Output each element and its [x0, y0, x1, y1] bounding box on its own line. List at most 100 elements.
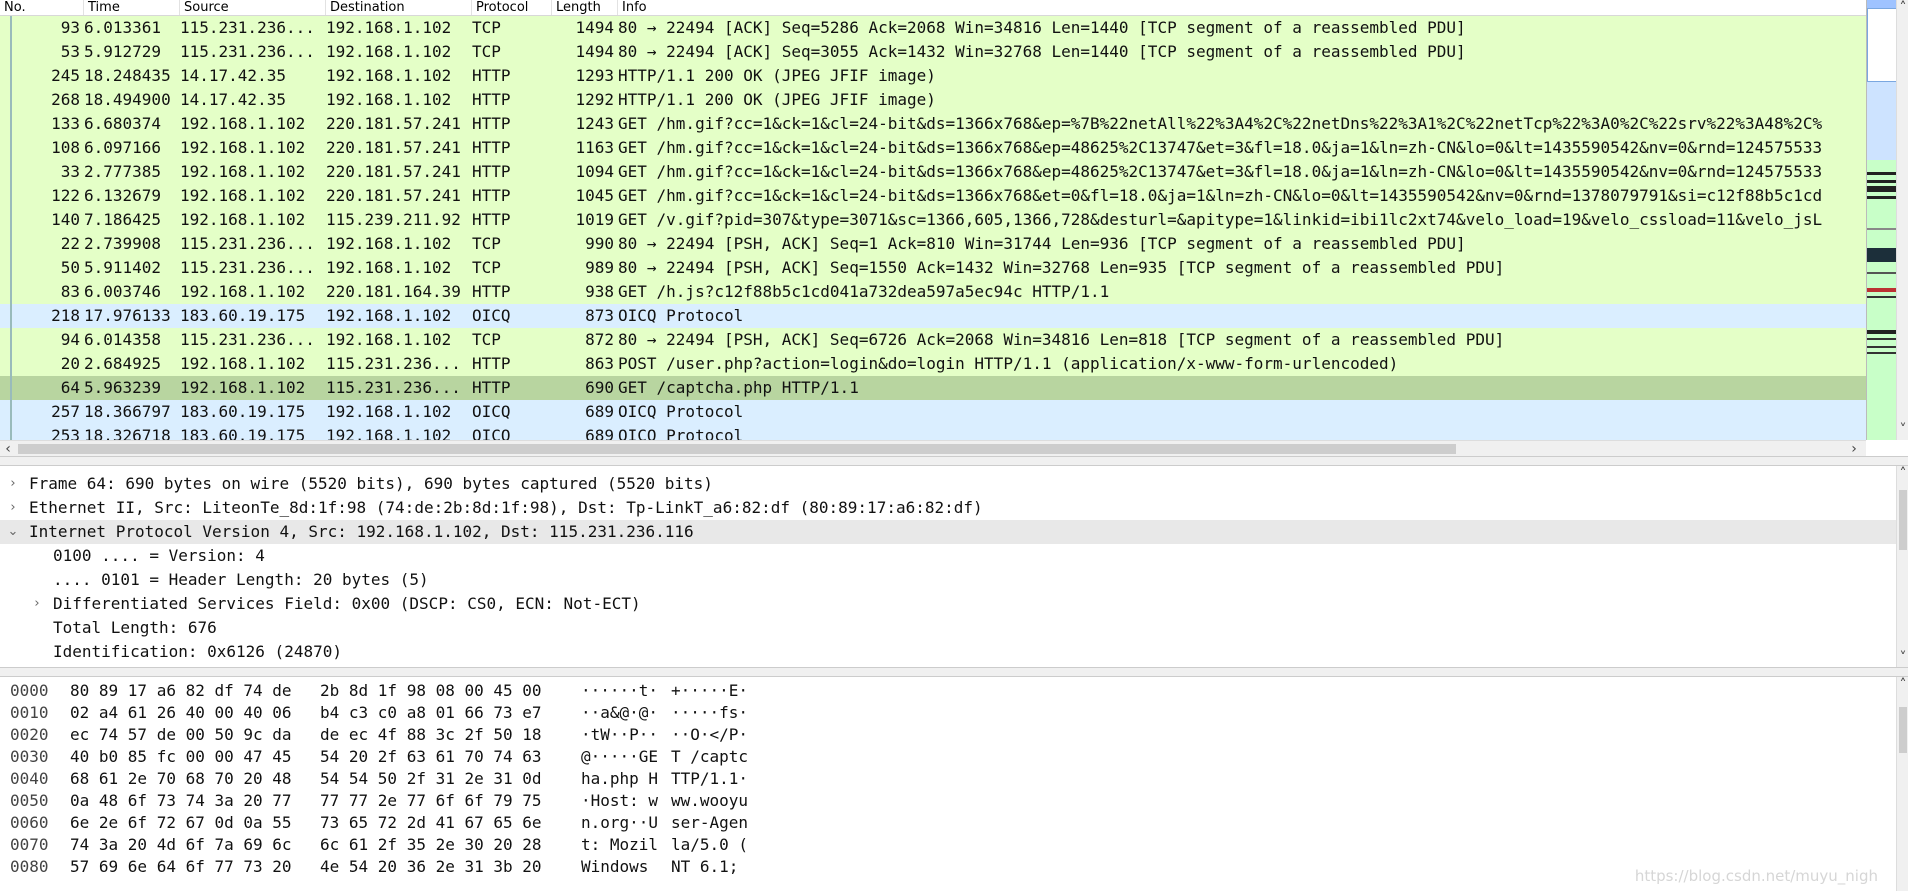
- bytes-row[interactable]: 0030 40 b0 85 fc 00 00 47 45 54 20 2f 63 6…: [0, 746, 900, 768]
- packet-length: 1243: [575, 114, 614, 133]
- packet-number: 133: [51, 114, 80, 133]
- horizontal-scroll-thumb[interactable]: [18, 444, 1456, 454]
- scroll-down-icon[interactable]: ˅: [1895, 422, 1908, 438]
- packet-protocol: TCP: [472, 42, 501, 61]
- detail-tree-item[interactable]: › Ethernet II, Src: LiteonTe_8d:1f:98 (74…: [0, 496, 1896, 520]
- packet-row[interactable]: 245 18.248435 14.17.42.35 192.168.1.102 HTTP…: [0, 64, 1866, 88]
- packet-row[interactable]: 64 5.963239 192.168.1.102 115.231.236... HTT…: [0, 376, 1866, 400]
- bytes-row[interactable]: 0050 0a 48 6f 73 74 3a 20 77 77 77 2e 77 6…: [0, 790, 900, 812]
- packet-row[interactable]: 257 18.366797 183.60.19.175 192.168.1.102 OI…: [0, 400, 1866, 424]
- packet-length: 689: [585, 426, 614, 440]
- details-vertical-scrollbar[interactable]: ˄ ˅: [1896, 466, 1908, 667]
- packet-row[interactable]: 218 17.976133 183.60.19.175 192.168.1.102 OI…: [0, 304, 1866, 328]
- details-scroll-thumb[interactable]: [1899, 490, 1907, 550]
- byte-offset: 0000: [10, 681, 49, 700]
- packet-rows: 93 6.013361 115.231.236... 192.168.1.102 TCP…: [0, 16, 1866, 440]
- scroll-left-icon[interactable]: ‹: [0, 441, 16, 457]
- hex-bytes: 0a 48 6f 73 74 3a 20 77: [70, 791, 292, 810]
- bytes-row[interactable]: 0070 74 3a 20 4d 6f 7a 69 6c 6c 61 2f 35 2…: [0, 834, 900, 856]
- bytes-row[interactable]: 0010 02 a4 61 26 40 00 40 06 b4 c3 c0 a8 0…: [0, 702, 900, 724]
- detail-text: Identification: 0x6126 (24870): [53, 642, 342, 661]
- packet-row[interactable]: 22 2.739908 115.231.236... 192.168.1.102 TCP…: [0, 232, 1866, 256]
- packet-row[interactable]: 133 6.680374 192.168.1.102 220.181.57.241 HT…: [0, 112, 1866, 136]
- column-header-time[interactable]: Time: [84, 0, 180, 15]
- packet-minimap-scrollbar[interactable]: [1866, 0, 1897, 440]
- column-header-protocol[interactable]: Protocol: [472, 0, 552, 15]
- scroll-up-icon[interactable]: ˄: [1895, 0, 1908, 16]
- packet-source: 192.168.1.102: [180, 162, 306, 181]
- packet-details-pane[interactable]: › Frame 64: 690 bytes on wire (5520 bits)…: [0, 466, 1908, 667]
- packet-row[interactable]: 108 6.097166 192.168.1.102 220.181.57.241 HT…: [0, 136, 1866, 160]
- packet-row[interactable]: 140 7.186425 192.168.1.102 115.239.211.92 HT…: [0, 208, 1866, 232]
- expand-icon[interactable]: ›: [6, 496, 20, 520]
- packet-row[interactable]: 253 18.326718 183.60.19.175 192.168.1.102 OI…: [0, 424, 1866, 440]
- packet-protocol: HTTP: [472, 138, 511, 157]
- packet-destination: 192.168.1.102: [326, 42, 452, 61]
- pane-splitter[interactable]: [0, 667, 1908, 677]
- packet-row[interactable]: 20 2.684925 192.168.1.102 115.231.236... HTT…: [0, 352, 1866, 376]
- expand-icon[interactable]: ›: [30, 592, 44, 616]
- column-header-no[interactable]: No.: [0, 0, 84, 15]
- scroll-right-icon[interactable]: ›: [1846, 441, 1862, 457]
- packet-row[interactable]: 33 2.777385 192.168.1.102 220.181.57.241 HTT…: [0, 160, 1866, 184]
- packet-row[interactable]: 122 6.132679 192.168.1.102 220.181.57.241 HT…: [0, 184, 1866, 208]
- detail-tree-item[interactable]: .... 0101 = Header Length: 20 bytes (5): [0, 568, 1896, 592]
- packet-list-horizontal-scrollbar[interactable]: ‹ ›: [0, 440, 1866, 457]
- packet-row[interactable]: 50 5.911402 115.231.236... 192.168.1.102 TCP…: [0, 256, 1866, 280]
- ascii-bytes: ha.php H: [581, 769, 659, 788]
- hex-bytes: de ec 4f 88 3c 2f 50 18: [320, 725, 542, 744]
- bytes-row[interactable]: 0000 80 89 17 a6 82 df 74 de 2b 8d 1f 98 0…: [0, 680, 900, 702]
- ascii-bytes: ww.wooyu: [671, 791, 749, 810]
- detail-tree-item[interactable]: 0100 .... = Version: 4: [0, 544, 1896, 568]
- bytes-row[interactable]: 0040 68 61 2e 70 68 70 20 48 54 54 50 2f 3…: [0, 768, 900, 790]
- packet-row[interactable]: 94 6.014358 115.231.236... 192.168.1.102 TCP…: [0, 328, 1866, 352]
- column-header-info[interactable]: Info: [618, 0, 1866, 15]
- packet-protocol: HTTP: [472, 210, 511, 229]
- packet-destination: 192.168.1.102: [326, 66, 452, 85]
- packet-row[interactable]: 93 6.013361 115.231.236... 192.168.1.102 TCP…: [0, 16, 1866, 40]
- column-header-source[interactable]: Source: [180, 0, 326, 15]
- pane-splitter[interactable]: [0, 456, 1908, 466]
- packet-row[interactable]: 83 6.003746 192.168.1.102 220.181.164.39 HTT…: [0, 280, 1866, 304]
- collapse-icon[interactable]: ⌄: [6, 520, 20, 544]
- expand-icon[interactable]: ›: [6, 472, 20, 496]
- ascii-bytes: ··a&@·@·: [581, 703, 659, 722]
- packet-protocol: HTTP: [472, 282, 511, 301]
- packet-protocol: OICQ: [472, 402, 511, 421]
- bytes-row[interactable]: 0060 6e 2e 6f 72 67 0d 0a 55 73 65 72 2d 4…: [0, 812, 900, 834]
- packet-source: 192.168.1.102: [180, 282, 306, 301]
- scroll-up-icon[interactable]: ˄: [1895, 466, 1908, 482]
- bytes-scroll-thumb[interactable]: [1899, 707, 1907, 753]
- byte-offset: 0030: [10, 747, 49, 766]
- column-header-destination[interactable]: Destination: [326, 0, 472, 15]
- bytes-row[interactable]: 0080 57 69 6e 64 6f 77 73 20 4e 54 20 36 2…: [0, 856, 900, 878]
- scroll-up-icon[interactable]: ˄: [1895, 677, 1908, 693]
- packet-length: 690: [585, 378, 614, 397]
- detail-tree-item[interactable]: ⌄ Internet Protocol Version 4, Src: 192.1…: [0, 520, 1896, 544]
- packet-list-pane[interactable]: No. Time Source Destination Protocol Len…: [0, 0, 1908, 457]
- detail-tree-item[interactable]: › Frame 64: 690 bytes on wire (5520 bits)…: [0, 472, 1896, 496]
- packet-list-vertical-scrollbar[interactable]: ˄ ˅: [1896, 0, 1908, 440]
- hex-bytes: 73 65 72 2d 41 67 65 6e: [320, 813, 542, 832]
- detail-tree-item[interactable]: Total Length: 676: [0, 616, 1896, 640]
- packet-info: GET /hm.gif?cc=1&ck=1&cl=24-bit&ds=1366x…: [618, 162, 1823, 181]
- column-header-length[interactable]: Length: [552, 0, 618, 15]
- packet-source: 192.168.1.102: [180, 186, 306, 205]
- bytes-row[interactable]: 0020 ec 74 57 de 00 50 9c da de ec 4f 88 3…: [0, 724, 900, 746]
- packet-bytes-pane[interactable]: https://blog.csdn.net/muyu_nigh 0000 80 8…: [0, 677, 1896, 891]
- detail-tree-item[interactable]: › Differentiated Services Field: 0x00 (DS…: [0, 592, 1896, 616]
- hex-bytes: 77 77 2e 77 6f 6f 79 75: [320, 791, 542, 810]
- packet-number: 83: [60, 282, 80, 301]
- packet-row[interactable]: 268 18.494900 14.17.42.35 192.168.1.102 HTTP…: [0, 88, 1866, 112]
- packet-destination: 192.168.1.102: [326, 330, 452, 349]
- detail-tree-item[interactable]: Identification: 0x6126 (24870): [0, 640, 1896, 664]
- scroll-down-icon[interactable]: ˅: [1895, 650, 1908, 666]
- packet-row[interactable]: 53 5.912729 115.231.236... 192.168.1.102 TCP…: [0, 40, 1866, 64]
- bytes-vertical-scrollbar[interactable]: ˄: [1896, 677, 1908, 891]
- packet-protocol: HTTP: [472, 114, 511, 133]
- packet-protocol: HTTP: [472, 66, 511, 85]
- packet-destination: 192.168.1.102: [326, 18, 452, 37]
- byte-offset: 0060: [10, 813, 49, 832]
- packet-time: 6.097166: [84, 138, 162, 157]
- packet-time: 18.248435: [84, 66, 171, 85]
